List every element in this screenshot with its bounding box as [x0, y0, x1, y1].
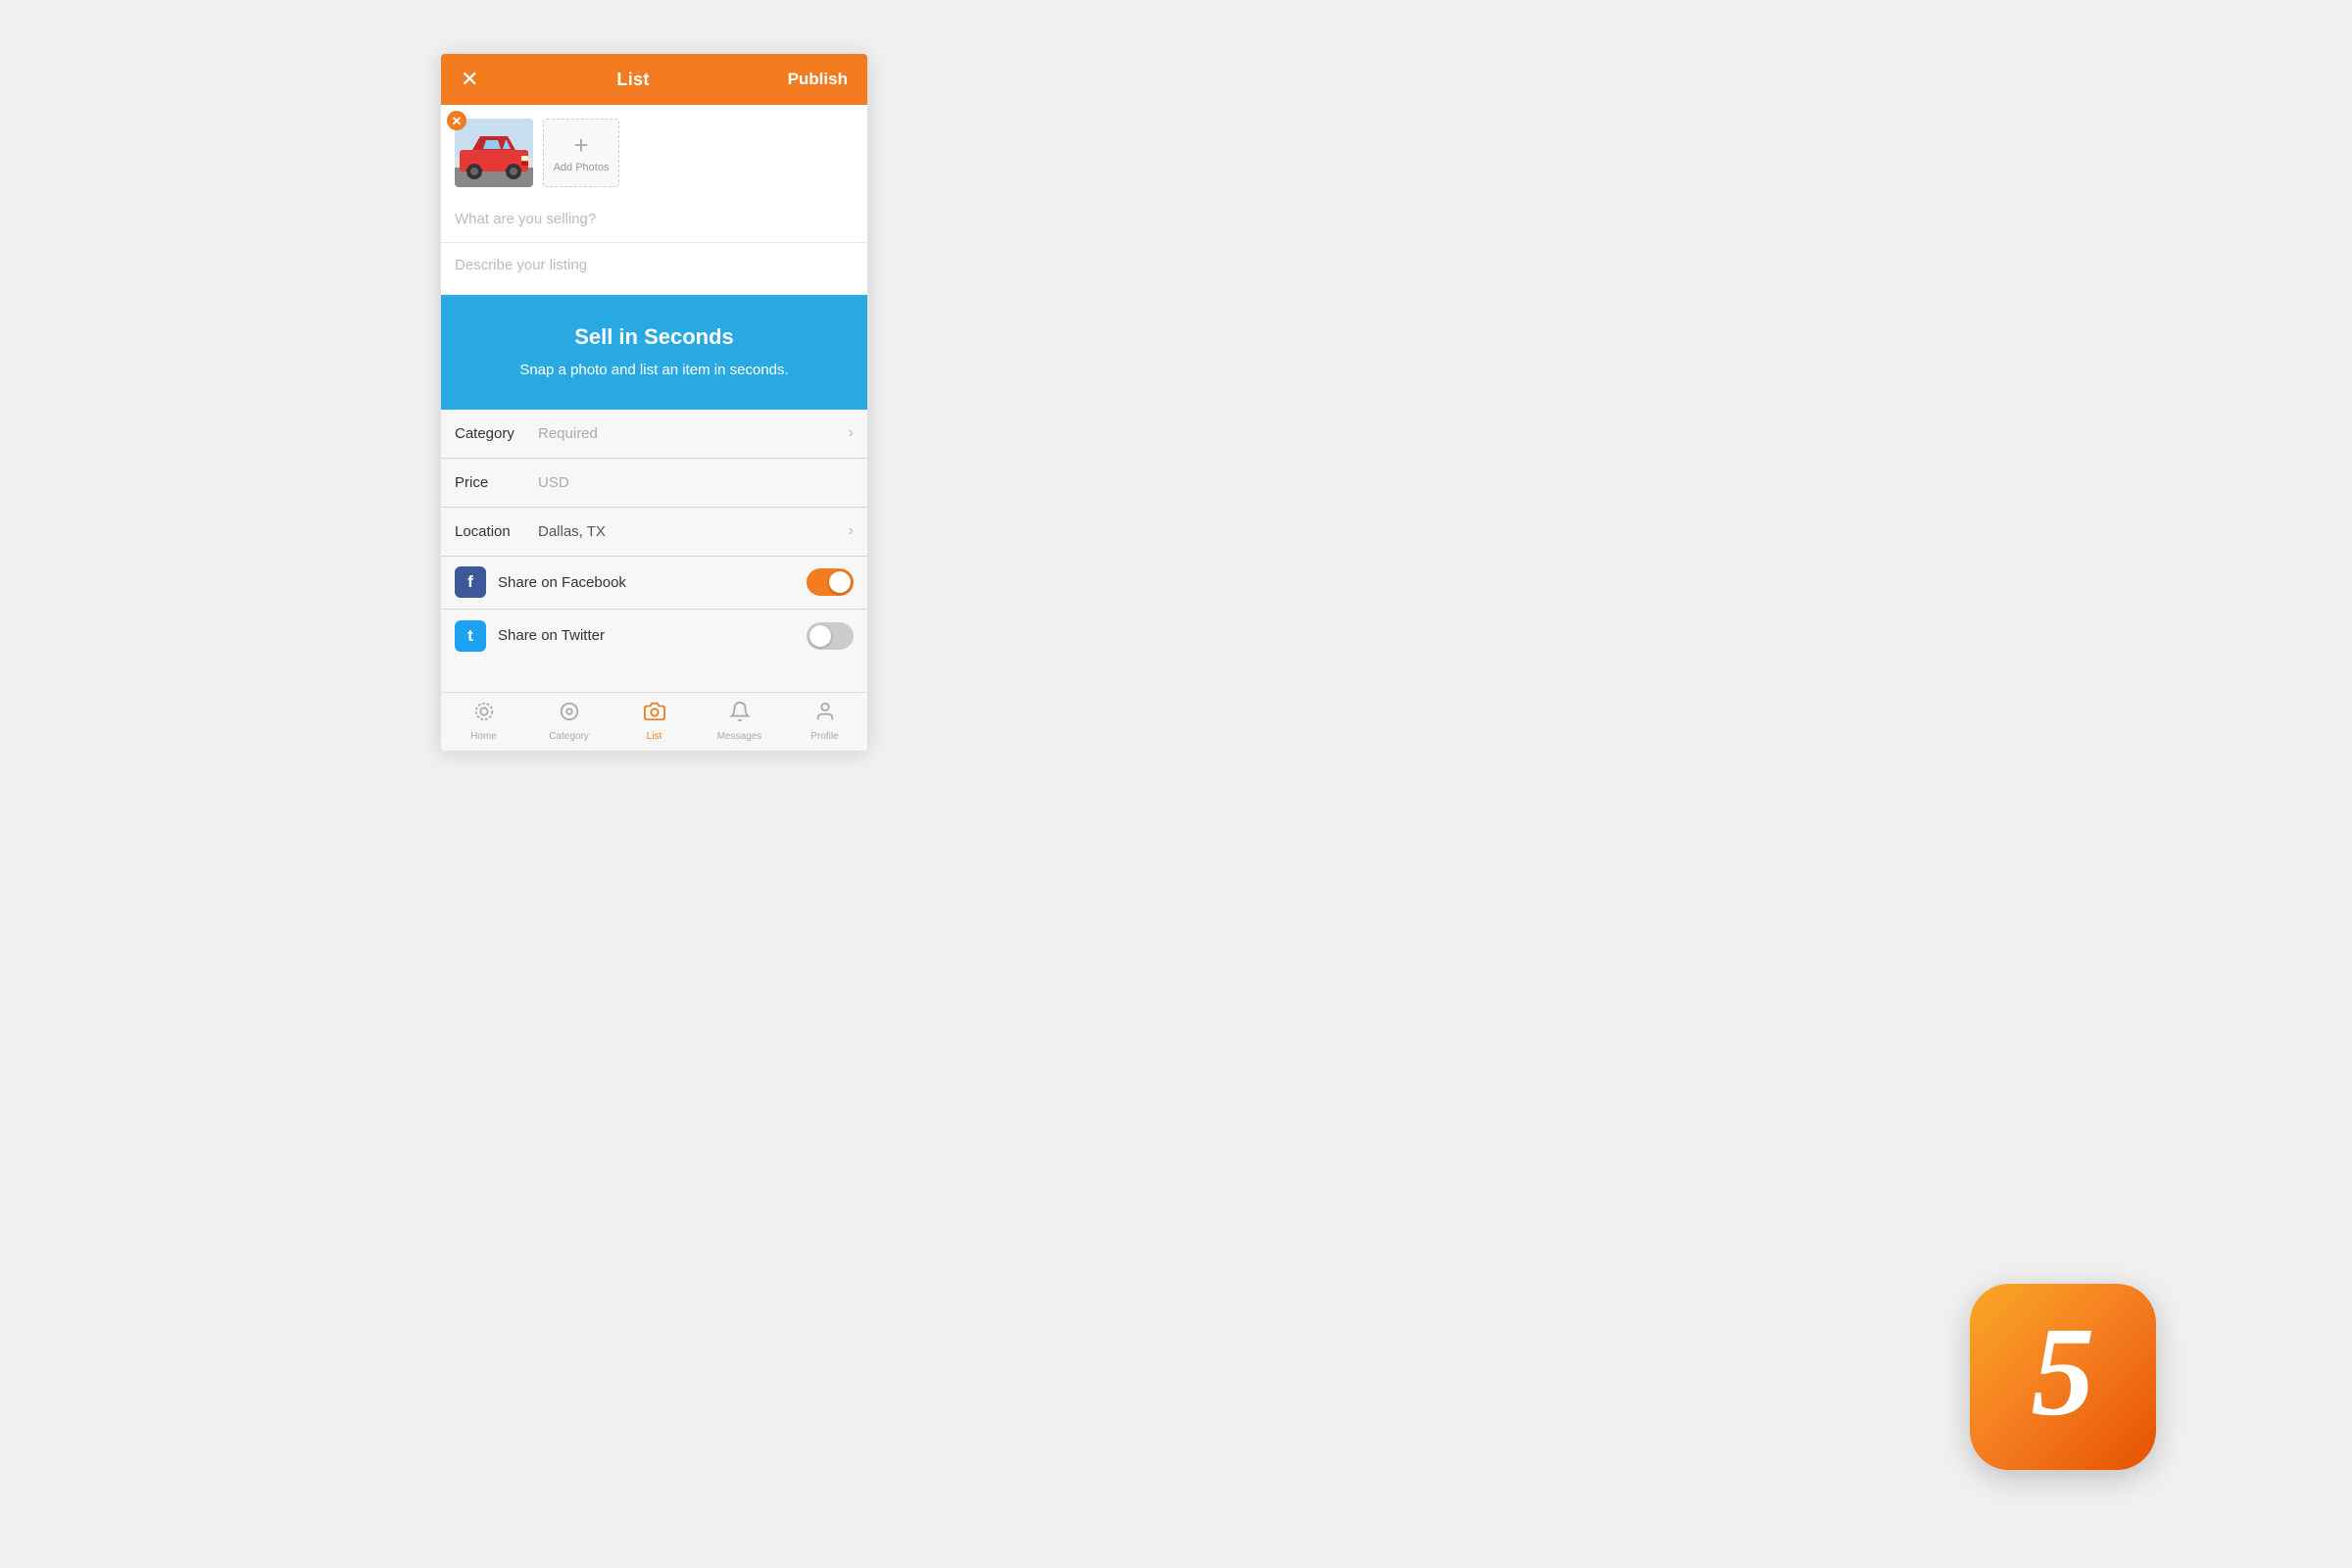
- app-icon: 5: [1970, 1284, 2156, 1470]
- twitter-icon: t: [455, 620, 486, 652]
- twitter-toggle-knob: [809, 625, 831, 647]
- bottom-spacer: [441, 662, 867, 692]
- nav-item-messages[interactable]: Messages: [697, 693, 782, 751]
- category-row[interactable]: Category Required ›: [441, 410, 867, 459]
- location-row[interactable]: Location Dallas, TX ›: [441, 508, 867, 557]
- add-photos-button[interactable]: + Add Photos: [543, 119, 619, 187]
- twitter-share-row: t Share on Twitter: [441, 610, 867, 662]
- facebook-share-label: Share on Facebook: [498, 574, 807, 591]
- twitter-letter: t: [467, 626, 473, 646]
- bottom-navigation: Home Category List: [441, 692, 867, 751]
- dimmed-form-section: Category Required › Price USD Location D…: [441, 410, 867, 692]
- twitter-share-label: Share on Twitter: [498, 627, 807, 644]
- nav-item-home[interactable]: Home: [441, 693, 526, 751]
- nav-label-profile: Profile: [810, 731, 838, 742]
- photo-item: ✕: [455, 119, 533, 187]
- car-photo: [455, 119, 533, 187]
- app-icon-number: 5: [2032, 1308, 2095, 1436]
- location-value: Dallas, TX: [538, 523, 849, 540]
- promo-banner: Sell in Seconds Snap a photo and list an…: [441, 295, 867, 410]
- remove-photo-button[interactable]: ✕: [447, 111, 466, 130]
- description-input[interactable]: [455, 257, 854, 273]
- facebook-toggle[interactable]: [807, 568, 854, 596]
- twitter-toggle[interactable]: [807, 622, 854, 650]
- selling-field[interactable]: [441, 197, 867, 243]
- add-photos-label: Add Photos: [554, 162, 610, 173]
- facebook-icon: f: [455, 566, 486, 598]
- close-button[interactable]: ✕: [461, 67, 478, 92]
- price-row[interactable]: Price USD: [441, 459, 867, 508]
- profile-icon: [814, 701, 836, 728]
- home-icon: [473, 701, 495, 728]
- mobile-app: ✕ List Publish ✕: [441, 54, 867, 751]
- list-camera-icon: [644, 701, 665, 728]
- category-label: Category: [455, 425, 538, 442]
- selling-input[interactable]: [455, 211, 854, 227]
- nav-item-list[interactable]: List: [612, 693, 697, 751]
- messages-icon: [729, 701, 751, 728]
- location-chevron-icon: ›: [849, 522, 854, 540]
- price-value: USD: [538, 474, 854, 491]
- nav-label-messages: Messages: [717, 731, 762, 742]
- publish-button[interactable]: Publish: [788, 70, 848, 89]
- nav-item-category[interactable]: Category: [526, 693, 612, 751]
- nav-label-home: Home: [470, 731, 497, 742]
- promo-subtitle: Snap a photo and list an item in seconds…: [461, 360, 848, 382]
- price-label: Price: [455, 474, 538, 491]
- facebook-share-row: f Share on Facebook: [441, 557, 867, 610]
- nav-label-list: List: [647, 731, 662, 742]
- promo-title: Sell in Seconds: [461, 324, 848, 350]
- header-title: List: [616, 70, 649, 90]
- category-icon: [559, 701, 580, 728]
- facebook-letter: f: [467, 572, 473, 592]
- header-bar: ✕ List Publish: [441, 54, 867, 105]
- description-field[interactable]: [441, 243, 867, 295]
- nav-item-profile[interactable]: Profile: [782, 693, 867, 751]
- add-photos-plus-icon: +: [573, 132, 588, 158]
- category-value: Required: [538, 425, 849, 442]
- location-label: Location: [455, 523, 538, 540]
- facebook-toggle-knob: [829, 571, 851, 593]
- nav-label-category: Category: [549, 731, 589, 742]
- photos-section: ✕: [441, 105, 867, 197]
- category-chevron-icon: ›: [849, 424, 854, 442]
